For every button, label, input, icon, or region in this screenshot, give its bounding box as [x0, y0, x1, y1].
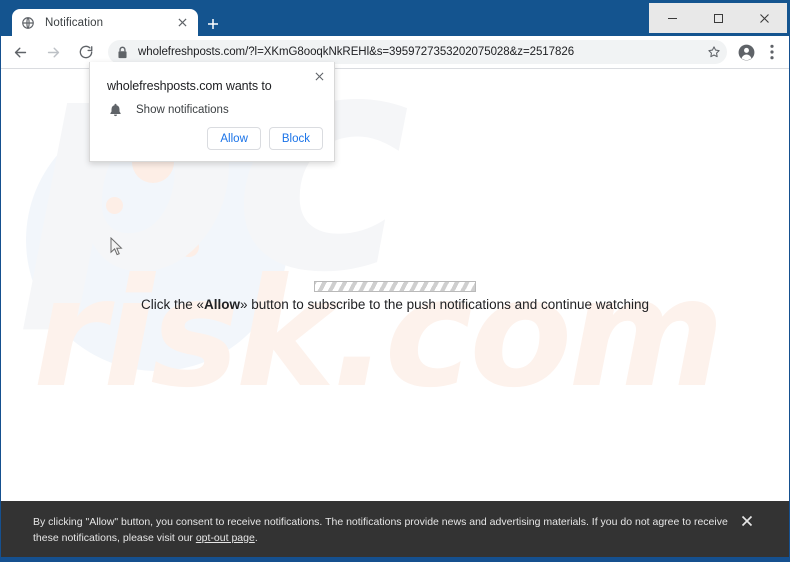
allow-button[interactable]: Allow [207, 127, 261, 150]
new-tab-button[interactable] [202, 13, 224, 35]
url-text: wholefreshposts.com/?l=XKmG8ooqkNkREHl&s… [138, 46, 575, 58]
dialog-close-icon[interactable] [310, 67, 328, 85]
permission-label: Show notifications [136, 104, 229, 116]
consent-line2-suffix: . [254, 532, 258, 544]
back-button-icon[interactable] [6, 38, 34, 66]
globe-icon [20, 15, 36, 31]
consent-line2-prefix: please visit our [122, 532, 196, 544]
block-button[interactable]: Block [268, 127, 323, 150]
consent-bar: By clicking "Allow" button, you consent … [1, 501, 789, 557]
loading-progress-bar [314, 281, 476, 292]
notification-permission-dialog: wholefreshposts.com wants to Show notifi… [89, 62, 335, 162]
mouse-cursor-icon [110, 236, 123, 256]
consent-close-icon[interactable] [740, 514, 754, 528]
three-dot-menu-icon[interactable] [759, 39, 785, 65]
close-window-button[interactable] [741, 3, 787, 33]
lock-icon[interactable] [112, 42, 132, 62]
tab-close-icon[interactable] [174, 15, 190, 31]
instruction-suffix: » button to subscribe to the push notifi… [240, 297, 650, 312]
star-icon[interactable] [703, 41, 725, 63]
browser-window: Notification wholefreshposts.com/?l=XKmG… [0, 0, 790, 562]
window-caption-buttons [649, 3, 787, 33]
tab-title: Notification [45, 16, 104, 29]
consent-text: By clicking "Allow" button, you consent … [33, 514, 733, 546]
instruction-allow-word: Allow [204, 297, 240, 312]
instruction-prefix: Click the « [140, 297, 204, 312]
profile-avatar-icon[interactable] [733, 39, 759, 65]
opt-out-link[interactable]: opt-out page [196, 532, 255, 544]
maximize-button[interactable] [695, 3, 741, 33]
address-bar[interactable]: wholefreshposts.com/?l=XKmG8ooqkNkREHl&s… [108, 40, 727, 64]
browser-tab-notification[interactable]: Notification [12, 9, 198, 36]
forward-button-icon[interactable] [39, 38, 67, 66]
permission-row: Show notifications [107, 102, 229, 118]
dialog-actions: Allow Block [207, 127, 323, 150]
dialog-title: wholefreshposts.com wants to [107, 79, 272, 93]
bell-icon [107, 102, 123, 118]
instruction-text: Click the «Allow» button to subscribe to… [1, 297, 789, 312]
minimize-button[interactable] [649, 3, 695, 33]
tab-strip: Notification [0, 0, 790, 36]
